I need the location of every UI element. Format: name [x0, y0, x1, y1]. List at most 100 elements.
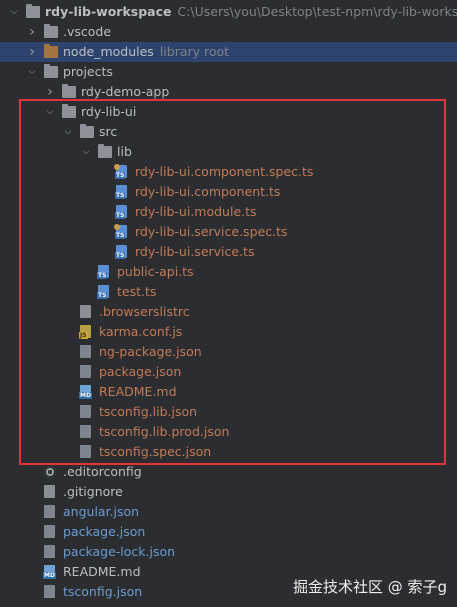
- json-file-icon: [80, 405, 91, 418]
- tree-file-row[interactable]: .browserslistrc: [0, 302, 457, 322]
- tree-item-label: package.json: [99, 364, 182, 379]
- typescript-file-icon: TS: [115, 205, 127, 219]
- markdown-file-icon: MD: [79, 385, 92, 399]
- tree-folder-row[interactable]: › .vscode: [0, 22, 457, 42]
- tree-folder-row[interactable]: › node_modules library root: [0, 42, 457, 62]
- tree-item-label: README.md: [99, 384, 177, 399]
- chevron-down-icon[interactable]: ⌵: [80, 142, 92, 162]
- chevron-right-icon[interactable]: ›: [44, 82, 56, 102]
- folder-icon: [26, 4, 40, 18]
- tree-file-row[interactable]: package.json: [0, 522, 457, 542]
- json-file-icon: [44, 545, 55, 558]
- tree-item-label: .vscode: [63, 24, 112, 39]
- tree-item-hint: C:\Users\you\Desktop\test-npm\rdy-lib-wo…: [177, 4, 457, 19]
- tree-item-label: rdy-lib-ui.component.ts: [135, 184, 281, 199]
- settings-file-icon: [44, 466, 56, 478]
- tree-file-row[interactable]: JS karma.conf.js: [0, 322, 457, 342]
- json-file-icon: [44, 525, 55, 538]
- tree-item-label: rdy-lib-ui: [81, 104, 137, 119]
- tree-folder-row[interactable]: ⌵ lib: [0, 142, 457, 162]
- tree-folder-row[interactable]: ⌵ projects: [0, 62, 457, 82]
- tree-item-label: package.json: [63, 524, 146, 539]
- tree-file-row[interactable]: tsconfig.lib.prod.json: [0, 422, 457, 442]
- tree-item-label: rdy-lib-ui.service.spec.ts: [135, 224, 288, 239]
- tree-item-label: test.ts: [117, 284, 157, 299]
- tree-file-row[interactable]: tsconfig.spec.json: [0, 442, 457, 462]
- tree-item-label: node_modules: [63, 44, 154, 59]
- chevron-down-icon[interactable]: ⌵: [8, 2, 20, 22]
- folder-icon: [80, 124, 94, 138]
- tree-item-text: node_modules library root: [63, 42, 229, 62]
- config-file-icon: [80, 305, 91, 318]
- tree-file-row[interactable]: TS rdy-lib-ui.service.ts: [0, 242, 457, 262]
- chevron-right-icon[interactable]: ›: [26, 42, 38, 62]
- json-file-icon: [44, 505, 55, 518]
- json-file-icon: [80, 345, 91, 358]
- tree-file-row[interactable]: ng-package.json: [0, 342, 457, 362]
- markdown-file-icon: MD: [43, 565, 56, 579]
- tree-item-label: rdy-lib-ui.service.ts: [135, 244, 255, 259]
- tree-file-row[interactable]: TS rdy-lib-ui.component.spec.ts: [0, 162, 457, 182]
- tree-folder-row[interactable]: ⌵ src: [0, 122, 457, 142]
- tree-file-row[interactable]: TS rdy-lib-ui.component.ts: [0, 182, 457, 202]
- json-file-icon: [80, 445, 91, 458]
- tree-item-label: rdy-lib-ui.component.spec.ts: [135, 164, 314, 179]
- tree-item-label: .browserslistrc: [99, 304, 190, 319]
- tree-folder-row[interactable]: ⌵ rdy-lib-ui: [0, 102, 457, 122]
- javascript-file-icon: JS: [79, 325, 91, 339]
- tree-item-label: src: [99, 124, 118, 139]
- test-file-icon: TS: [114, 224, 127, 239]
- tree-item-label: public-api.ts: [117, 264, 194, 279]
- json-file-icon: [80, 425, 91, 438]
- tree-file-row[interactable]: TS rdy-lib-ui.module.ts: [0, 202, 457, 222]
- chevron-down-icon[interactable]: ⌵: [26, 62, 38, 82]
- folder-icon: [98, 144, 112, 158]
- folder-icon: [44, 44, 58, 58]
- tree-item-text: rdy-lib-workspace C:\Users\you\Desktop\te…: [45, 2, 457, 22]
- tree-file-row[interactable]: tsconfig.lib.json: [0, 402, 457, 422]
- tree-file-row[interactable]: TS test.ts: [0, 282, 457, 302]
- typescript-file-icon: TS: [97, 285, 109, 299]
- tree-folder-row[interactable]: › rdy-demo-app: [0, 82, 457, 102]
- tree-file-row[interactable]: .gitignore: [0, 482, 457, 502]
- json-file-icon: [80, 365, 91, 378]
- folder-icon: [62, 104, 76, 118]
- folder-icon: [44, 24, 58, 38]
- chevron-down-icon[interactable]: ⌵: [62, 122, 74, 142]
- typescript-file-icon: TS: [97, 265, 109, 279]
- tree-file-row[interactable]: .editorconfig: [0, 462, 457, 482]
- tree-item-label: projects: [63, 64, 113, 79]
- tree-item-label: rdy-demo-app: [81, 84, 170, 99]
- folder-icon: [44, 64, 58, 78]
- tree-file-row[interactable]: TS rdy-lib-ui.service.spec.ts: [0, 222, 457, 242]
- watermark: 掘金技术社区 @ 索子g: [292, 578, 447, 596]
- tree-item-label: rdy-lib-ui.module.ts: [135, 204, 257, 219]
- tree-item-label: rdy-lib-workspace: [45, 4, 172, 19]
- tree-item-label: README.md: [63, 564, 141, 579]
- json-file-icon: [44, 585, 55, 598]
- tree-item-label: tsconfig.json: [63, 584, 143, 599]
- tree-item-label: karma.conf.js: [99, 324, 183, 339]
- tree-file-row[interactable]: MD README.md: [0, 382, 457, 402]
- tree-item-label: lib: [117, 144, 132, 159]
- gitignore-file-icon: [44, 485, 55, 498]
- tree-item-label: tsconfig.spec.json: [99, 444, 212, 459]
- tree-item-label: angular.json: [63, 504, 140, 519]
- tree-file-row[interactable]: package.json: [0, 362, 457, 382]
- tree-folder-row[interactable]: ⌵ rdy-lib-workspace C:\Users\you\Desktop\t…: [0, 2, 457, 22]
- tree-file-row[interactable]: TS public-api.ts: [0, 262, 457, 282]
- tree-item-label: .editorconfig: [63, 464, 142, 479]
- tree-file-row[interactable]: angular.json: [0, 502, 457, 522]
- chevron-down-icon[interactable]: ⌵: [44, 102, 56, 122]
- typescript-file-icon: TS: [115, 185, 127, 199]
- test-file-icon: TS: [114, 164, 127, 179]
- tree-file-row[interactable]: package-lock.json: [0, 542, 457, 562]
- tree-item-label: tsconfig.lib.prod.json: [99, 424, 230, 439]
- tree-item-label: tsconfig.lib.json: [99, 404, 198, 419]
- tree-item-hint: library root: [159, 44, 230, 59]
- chevron-right-icon[interactable]: ›: [26, 22, 38, 42]
- folder-icon: [62, 84, 76, 98]
- typescript-file-icon: TS: [115, 245, 127, 259]
- tree-item-label: .gitignore: [63, 484, 123, 499]
- tree-item-label: package-lock.json: [63, 544, 176, 559]
